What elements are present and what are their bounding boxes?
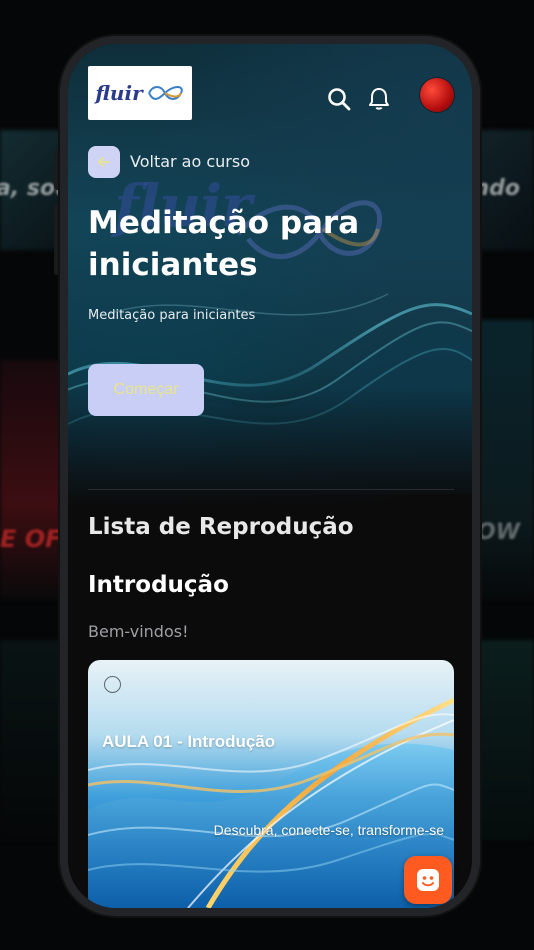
background-text: E OF (0, 525, 62, 553)
lesson-complete-checkbox[interactable] (104, 676, 121, 693)
lesson-thumbnail-waves (88, 697, 454, 908)
arrow-left-icon (98, 157, 110, 167)
course-title: Meditação para iniciantes (88, 205, 360, 283)
app-screen: fluir fluir Voltar ao curso Meditação pa… (68, 44, 472, 908)
logo-wordmark: fluir (95, 81, 143, 105)
phone-frame: fluir fluir Voltar ao curso Meditação pa… (60, 36, 480, 916)
module-subtitle: Bem-vindos! (88, 622, 189, 641)
background-text: OW (477, 520, 520, 545)
lesson-title: AULA 01 - Introdução (102, 732, 276, 751)
chat-smile-icon (417, 869, 439, 891)
bell-icon[interactable] (366, 86, 392, 112)
brand-logo[interactable]: fluir (88, 66, 192, 120)
section-divider (88, 489, 454, 490)
search-icon[interactable] (326, 86, 352, 112)
back-button[interactable] (88, 146, 120, 178)
chat-support-button[interactable] (404, 856, 452, 904)
logo-infinity-icon (147, 86, 183, 100)
user-avatar[interactable] (420, 78, 454, 112)
lesson-description: Descubra, conecte-se, transforme-se (213, 822, 444, 838)
playlist-heading: Lista de Reprodução (88, 514, 354, 540)
module-title: Introdução (88, 572, 229, 598)
course-subtitle: Meditação para iniciantes (88, 308, 256, 323)
lesson-card[interactable]: AULA 01 - Introdução Descubra, conecte-s… (88, 660, 454, 908)
start-button[interactable]: Começar (88, 364, 204, 416)
back-to-course-link[interactable]: Voltar ao curso (130, 152, 250, 171)
